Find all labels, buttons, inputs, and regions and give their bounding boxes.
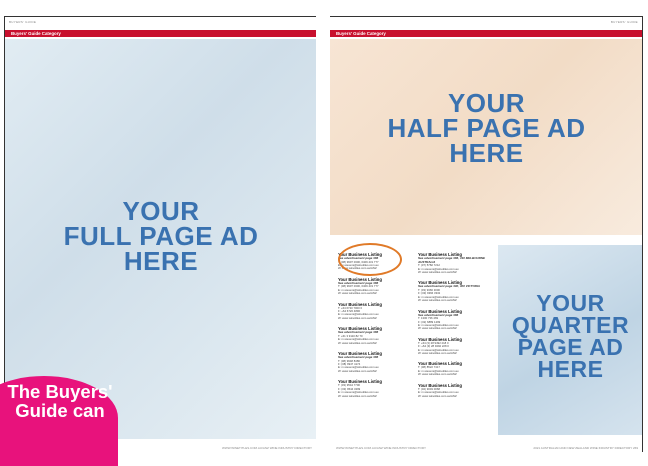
listing-contact-line: W: www.winetitles.com.au/ANZ bbox=[418, 351, 457, 356]
running-head: BUYERS' GUIDE bbox=[610, 20, 638, 24]
category-bar: Buyers' Guide Category bbox=[5, 30, 316, 37]
ad-line: HERE bbox=[123, 246, 199, 276]
listing-contact-line: W: www.winetitles.com.au/ANZ bbox=[418, 270, 457, 274]
folio: WWW.WINETITLES.COM.AU/ANZ WINE INDUSTRY … bbox=[222, 446, 312, 450]
callout-badge: The Buyers' Guide can bbox=[0, 376, 118, 466]
listing-contact-line: W: www.winetitles.com.au/ANZ bbox=[418, 326, 457, 331]
listing-contact-line: W: www.winetitles.com.au/ANZ bbox=[418, 393, 457, 398]
listing-entry: Your Business Listing See advertisement p… bbox=[338, 277, 416, 296]
listing-contact-line: W: www.winetitles.com.au/ANZ bbox=[338, 291, 377, 296]
ad-line: PAGE AD bbox=[517, 334, 624, 360]
listing-entry: Your Business Listing T: (08) 8522 7417 E:… bbox=[418, 361, 496, 376]
listing-entry: Your Business Listing T: (03) 9544 7700 F:… bbox=[338, 379, 416, 398]
category-bar: Buyers' Guide Category bbox=[330, 30, 642, 37]
half-page-ad-placeholder: YOUR HALF PAGE AD HERE bbox=[330, 39, 642, 235]
ad-line: QUARTER bbox=[511, 312, 630, 338]
listing-entry: Your Business Listing See advertisement p… bbox=[418, 309, 496, 331]
folio-left: WWW.WINETITLES.COM.AU/ANZ WINE INDUSTRY … bbox=[336, 446, 426, 450]
quarter-page-ad-placeholder: YOUR QUARTER PAGE AD HERE bbox=[498, 245, 642, 435]
listing-contact-line: W: www.winetitles.com.au/ANZ bbox=[418, 372, 457, 377]
half-page-ad-text: YOUR HALF PAGE AD HERE bbox=[330, 90, 642, 168]
full-page-ad-text: YOUR FULL PAGE AD HERE bbox=[5, 198, 316, 276]
folio-right: 2021 AUSTRALIAN AND NEW ZEALAND WINE IND… bbox=[533, 446, 638, 450]
ad-line: YOUR bbox=[536, 290, 605, 316]
listing-entry: Your Business Listing T: (02) 9049 0068 E:… bbox=[418, 383, 496, 398]
category-label: Buyers' Guide Category bbox=[336, 31, 386, 36]
listing-entry: Your Business Listing T: +64 6720 7000 0F… bbox=[338, 302, 416, 321]
listing-entry: Your Business Listing See advertisement p… bbox=[418, 252, 496, 274]
listing-column-2: Your Business Listing See advertisement p… bbox=[418, 252, 496, 404]
callout-text: The Buyers' Guide can bbox=[7, 381, 113, 421]
right-page: BUYERS' GUIDE Buyers' Guide Category YOU… bbox=[330, 16, 643, 452]
listing-contact-line: W: www.winetitles.com.au/ANZ bbox=[338, 393, 377, 398]
quarter-page-ad-text: YOUR QUARTER PAGE AD HERE bbox=[498, 290, 642, 382]
listing-entry: Your Business Listing See advertisement p… bbox=[418, 280, 496, 302]
listing-contact-line: W: www.winetitles.com.au/ANZ bbox=[338, 368, 377, 373]
highlight-circle bbox=[338, 243, 402, 276]
listing-entry: Your Business Listing T: +64 (3) 28 9492 … bbox=[418, 337, 496, 356]
listing-entry: Your Business Listing See advertisement p… bbox=[338, 326, 416, 345]
ad-line: HERE bbox=[449, 138, 524, 168]
ad-line: HERE bbox=[537, 356, 604, 382]
category-label: Buyers' Guide Category bbox=[11, 31, 61, 36]
running-head: BUYERS' GUIDE bbox=[9, 20, 37, 24]
listing-entry: Your Business Listing See advertisement p… bbox=[338, 351, 416, 373]
listing-contact-line: W: www.winetitles.com.au/ANZ bbox=[418, 298, 457, 303]
listing-contact-line: W: www.winetitles.com.au/ANZ bbox=[338, 315, 377, 320]
listing-contact-line: W: www.winetitles.com.au/ANZ bbox=[338, 340, 377, 345]
